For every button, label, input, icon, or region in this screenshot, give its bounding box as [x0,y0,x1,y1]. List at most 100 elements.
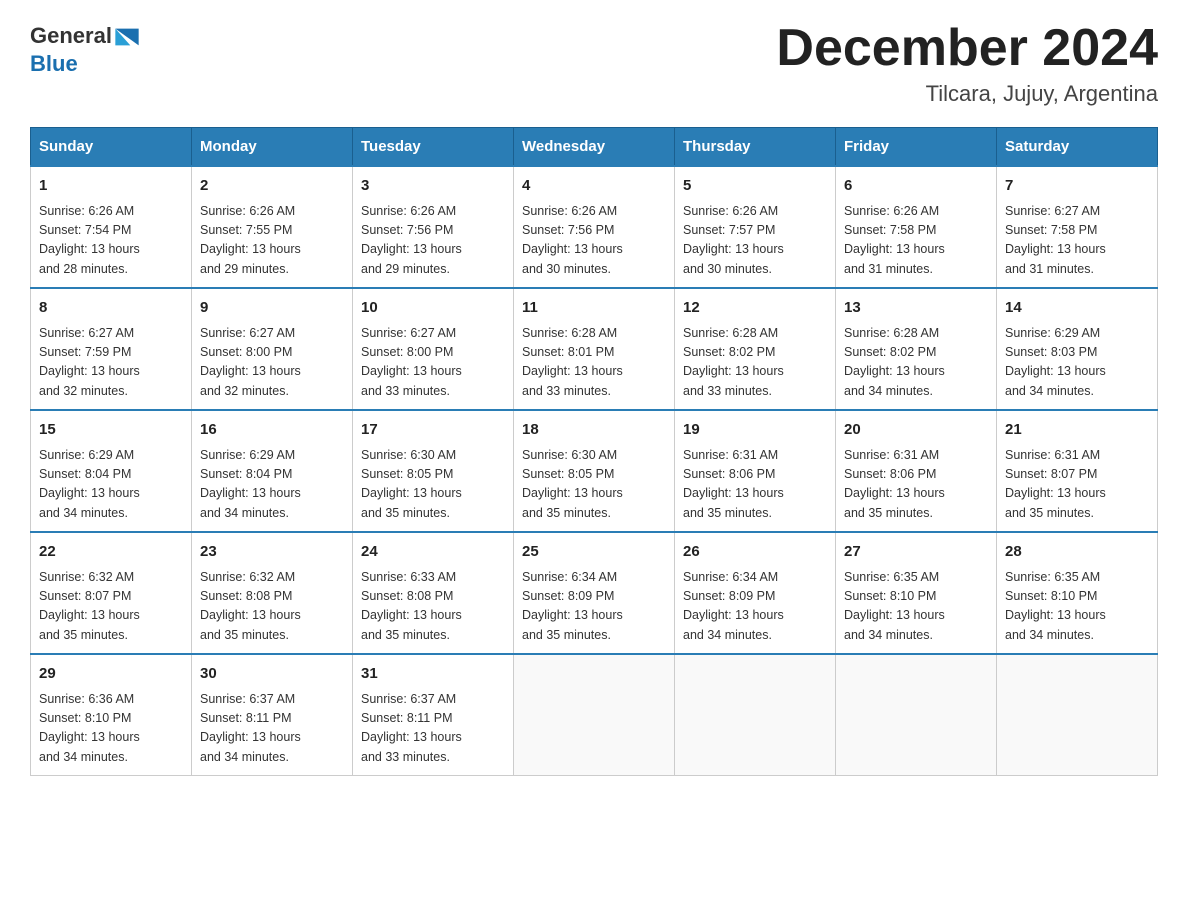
day-info: Sunrise: 6:28 AMSunset: 8:01 PMDaylight:… [522,324,666,402]
calendar-day-cell: 15Sunrise: 6:29 AMSunset: 8:04 PMDayligh… [31,410,192,532]
calendar-week-row: 22 Sunrise: 6:32 AMSunset: 8:07 PMDayligh… [31,532,1158,654]
day-number: 14 [1005,297,1149,320]
day-number: 26 [683,541,827,564]
day-info: Sunrise: 6:34 AMSunset: 8:09 PMDaylight:… [522,568,666,646]
calendar-day-cell: 13Sunrise: 6:28 AMSunset: 8:02 PMDayligh… [836,288,997,410]
day-number: 16 [200,419,344,442]
calendar-day-cell: 4Sunrise: 6:26 AMSunset: 7:56 PMDaylight… [514,166,675,288]
month-title: December 2024 [776,20,1158,77]
calendar-day-cell: 21 Sunrise: 6:31 AMSunset: 8:07 PMDayligh… [997,410,1158,532]
day-info: Sunrise: 6:26 AMSunset: 7:56 PMDaylight:… [522,202,666,280]
day-info: Sunrise: 6:27 AMSunset: 8:00 PMDaylight:… [361,324,505,402]
calendar-day-cell: 29 Sunrise: 6:36 AMSunset: 8:10 PMDayligh… [31,654,192,776]
calendar-table: SundayMondayTuesdayWednesdayThursdayFrid… [30,127,1158,776]
calendar-day-cell: 28Sunrise: 6:35 AMSunset: 8:10 PMDayligh… [997,532,1158,654]
day-number: 5 [683,175,827,198]
day-number: 23 [200,541,344,564]
day-info: Sunrise: 6:26 AMSunset: 7:56 PMDaylight:… [361,202,505,280]
day-number: 1 [39,175,183,198]
day-number: 25 [522,541,666,564]
day-number: 21 [1005,419,1149,442]
day-number: 13 [844,297,988,320]
calendar-day-cell: 31 Sunrise: 6:37 AMSunset: 8:11 PMDayligh… [353,654,514,776]
day-number: 15 [39,419,183,442]
day-info: Sunrise: 6:27 AMSunset: 7:59 PMDaylight:… [39,324,183,402]
weekday-header-monday: Monday [192,128,353,167]
day-number: 12 [683,297,827,320]
calendar-day-cell: 3Sunrise: 6:26 AMSunset: 7:56 PMDaylight… [353,166,514,288]
calendar-day-cell: 12 Sunrise: 6:28 AMSunset: 8:02 PMDayligh… [675,288,836,410]
calendar-day-cell: 25 Sunrise: 6:34 AMSunset: 8:09 PMDayligh… [514,532,675,654]
day-info: Sunrise: 6:32 AMSunset: 8:07 PMDaylight:… [39,568,183,646]
calendar-day-cell: 23 Sunrise: 6:32 AMSunset: 8:08 PMDayligh… [192,532,353,654]
day-number: 7 [1005,175,1149,198]
calendar-week-row: 8 Sunrise: 6:27 AMSunset: 7:59 PMDaylight… [31,288,1158,410]
calendar-day-cell: 6 Sunrise: 6:26 AMSunset: 7:58 PMDaylight… [836,166,997,288]
day-info: Sunrise: 6:29 AMSunset: 8:04 PMDaylight:… [200,446,344,524]
calendar-week-row: 15 Sunrise: 6:29 AMSunset: 8:04 PMDayligh… [31,410,1158,532]
day-info: Sunrise: 6:36 AMSunset: 8:10 PMDaylight:… [39,690,183,768]
day-info: Sunrise: 6:32 AMSunset: 8:08 PMDaylight:… [200,568,344,646]
day-info: Sunrise: 6:27 AMSunset: 7:58 PMDaylight:… [1005,202,1149,280]
day-info: Sunrise: 6:27 AMSunset: 8:00 PMDaylight:… [200,324,344,402]
calendar-day-cell: 26 Sunrise: 6:34 AMSunset: 8:09 PMDayligh… [675,532,836,654]
day-number: 8 [39,297,183,320]
day-info: Sunrise: 6:29 AMSunset: 8:03 PMDaylight:… [1005,324,1149,402]
calendar-day-cell: 20 Sunrise: 6:31 AMSunset: 8:06 PMDayligh… [836,410,997,532]
calendar-week-row: 29 Sunrise: 6:36 AMSunset: 8:10 PMDayligh… [31,654,1158,776]
day-info: Sunrise: 6:37 AMSunset: 8:11 PMDaylight:… [200,690,344,768]
day-number: 18 [522,419,666,442]
weekday-header-sunday: Sunday [31,128,192,167]
calendar-day-cell: 14 Sunrise: 6:29 AMSunset: 8:03 PMDayligh… [997,288,1158,410]
weekday-header-tuesday: Tuesday [353,128,514,167]
day-number: 20 [844,419,988,442]
day-number: 31 [361,663,505,686]
day-info: Sunrise: 6:31 AMSunset: 8:06 PMDaylight:… [844,446,988,524]
page-header: General Blue December 2024 Tilcara, Juju… [30,20,1158,107]
calendar-day-cell: 10 Sunrise: 6:27 AMSunset: 8:00 PMDayligh… [353,288,514,410]
calendar-day-cell: 1 Sunrise: 6:26 AMSunset: 7:54 PMDaylight… [31,166,192,288]
logo-icon [112,22,142,52]
calendar-day-cell: 8 Sunrise: 6:27 AMSunset: 7:59 PMDaylight… [31,288,192,410]
day-number: 9 [200,297,344,320]
calendar-day-cell: 9 Sunrise: 6:27 AMSunset: 8:00 PMDaylight… [192,288,353,410]
day-number: 28 [1005,541,1149,564]
day-info: Sunrise: 6:26 AMSunset: 7:57 PMDaylight:… [683,202,827,280]
day-info: Sunrise: 6:26 AMSunset: 7:58 PMDaylight:… [844,202,988,280]
day-info: Sunrise: 6:35 AMSunset: 8:10 PMDaylight:… [844,568,988,646]
calendar-day-cell: 17 Sunrise: 6:30 AMSunset: 8:05 PMDayligh… [353,410,514,532]
day-info: Sunrise: 6:33 AMSunset: 8:08 PMDaylight:… [361,568,505,646]
calendar-day-cell: 18 Sunrise: 6:30 AMSunset: 8:05 PMDayligh… [514,410,675,532]
calendar-day-cell: 30 Sunrise: 6:37 AMSunset: 8:11 PMDayligh… [192,654,353,776]
day-number: 6 [844,175,988,198]
weekday-header-friday: Friday [836,128,997,167]
day-number: 30 [200,663,344,686]
day-info: Sunrise: 6:28 AMSunset: 8:02 PMDaylight:… [683,324,827,402]
day-number: 11 [522,297,666,320]
calendar-day-cell: 16 Sunrise: 6:29 AMSunset: 8:04 PMDayligh… [192,410,353,532]
day-number: 29 [39,663,183,686]
day-info: Sunrise: 6:34 AMSunset: 8:09 PMDaylight:… [683,568,827,646]
calendar-day-cell [997,654,1158,776]
calendar-day-cell: 22 Sunrise: 6:32 AMSunset: 8:07 PMDayligh… [31,532,192,654]
day-info: Sunrise: 6:30 AMSunset: 8:05 PMDaylight:… [361,446,505,524]
day-info: Sunrise: 6:26 AMSunset: 7:55 PMDaylight:… [200,202,344,280]
calendar-day-cell: 27Sunrise: 6:35 AMSunset: 8:10 PMDayligh… [836,532,997,654]
day-info: Sunrise: 6:30 AMSunset: 8:05 PMDaylight:… [522,446,666,524]
calendar-day-cell [514,654,675,776]
calendar-day-cell: 7 Sunrise: 6:27 AMSunset: 7:58 PMDaylight… [997,166,1158,288]
weekday-header-row: SundayMondayTuesdayWednesdayThursdayFrid… [31,128,1158,167]
day-number: 10 [361,297,505,320]
day-info: Sunrise: 6:31 AMSunset: 8:06 PMDaylight:… [683,446,827,524]
day-number: 24 [361,541,505,564]
location-title: Tilcara, Jujuy, Argentina [776,81,1158,107]
day-number: 22 [39,541,183,564]
day-info: Sunrise: 6:37 AMSunset: 8:11 PMDaylight:… [361,690,505,768]
day-number: 17 [361,419,505,442]
calendar-week-row: 1 Sunrise: 6:26 AMSunset: 7:54 PMDaylight… [31,166,1158,288]
logo-blue-text: Blue [30,52,142,76]
calendar-day-cell: 24 Sunrise: 6:33 AMSunset: 8:08 PMDayligh… [353,532,514,654]
weekday-header-wednesday: Wednesday [514,128,675,167]
day-info: Sunrise: 6:31 AMSunset: 8:07 PMDaylight:… [1005,446,1149,524]
day-info: Sunrise: 6:26 AMSunset: 7:54 PMDaylight:… [39,202,183,280]
